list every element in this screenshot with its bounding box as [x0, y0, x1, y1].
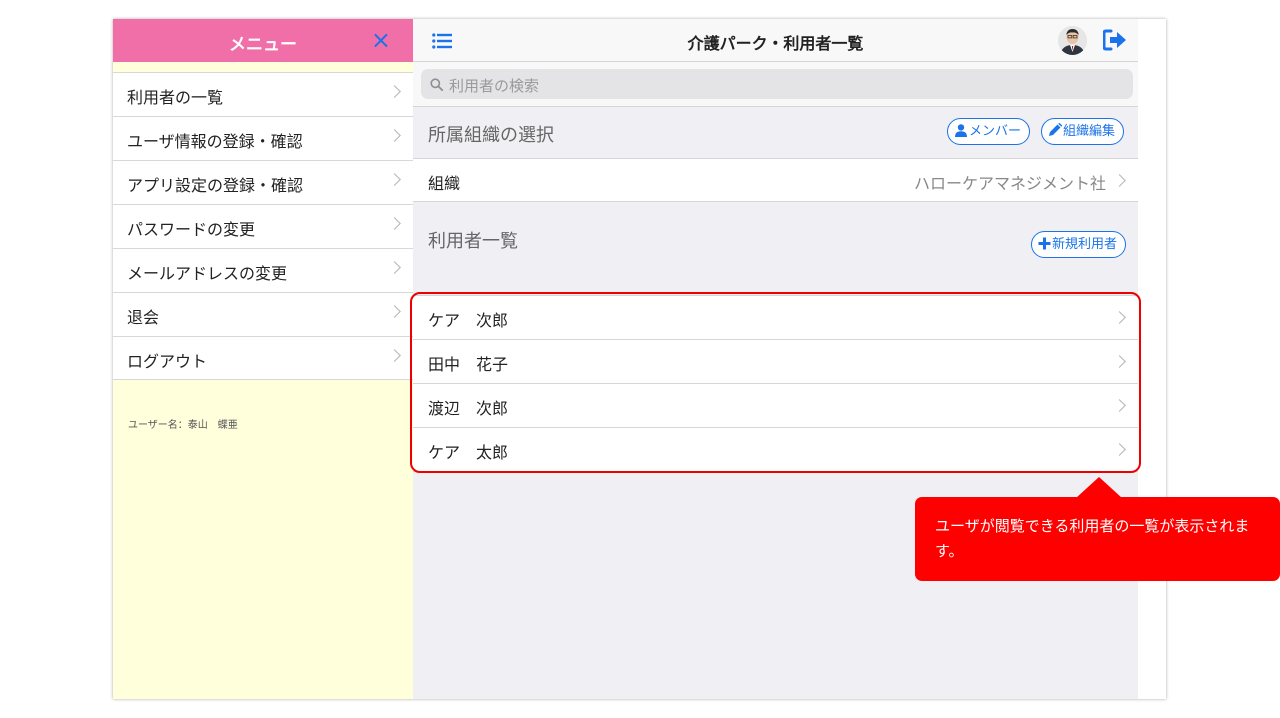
- member-button[interactable]: メンバー: [947, 118, 1031, 145]
- edit-org-button[interactable]: 組織編集: [1041, 118, 1125, 145]
- sidebar-item-email[interactable]: メールアドレスの変更: [113, 248, 413, 292]
- list-item[interactable]: 渡辺 次郎: [413, 384, 1138, 428]
- list-item[interactable]: ケア 太郎: [413, 428, 1138, 472]
- org-select-row[interactable]: 組織 ハローケアマネジメント社: [413, 158, 1138, 202]
- logout-icon[interactable]: [1103, 29, 1127, 51]
- app-window: メニュー × 利用者の一覧 ユーザ情報の登録・確認 アプリ設定の登録・確認 パス…: [113, 19, 1166, 699]
- sidebar-menu: メニュー × 利用者の一覧 ユーザ情報の登録・確認 アプリ設定の登録・確認 パス…: [113, 19, 413, 699]
- sidebar-item-label: メールアドレスの変更: [127, 264, 288, 283]
- org-value: ハローケアマネジメント社: [913, 174, 1106, 193]
- user-name: ケア 次郎: [428, 311, 509, 330]
- user-name: ケア 太郎: [428, 443, 509, 462]
- org-section-title: 所属組織の選択: [428, 125, 554, 146]
- sidebar-item-label: ユーザ情報の登録・確認: [127, 132, 303, 151]
- sidebar-item-app-settings[interactable]: アプリ設定の登録・確認: [113, 160, 413, 204]
- chevron-right-icon: [388, 261, 401, 274]
- chevron-right-icon: [1113, 443, 1126, 456]
- user-section-title: 利用者一覧: [428, 231, 518, 252]
- sidebar-item-withdraw[interactable]: 退会: [113, 292, 413, 336]
- avatar-icon: [1058, 26, 1087, 55]
- sidebar-item-label: 利用者の一覧: [127, 88, 224, 107]
- sidebar-header: メニュー ×: [113, 19, 413, 62]
- avatar[interactable]: [1058, 26, 1087, 55]
- annotation-text: ユーザが閲覧できる利用者の一覧が表示されます。: [935, 517, 1250, 560]
- sidebar-item-label: ログアウト: [127, 352, 208, 371]
- annotation-callout: ユーザが閲覧できる利用者の一覧が表示されます。: [915, 497, 1280, 581]
- list-item[interactable]: ケア 次郎: [413, 296, 1138, 340]
- sidebar-item-logout[interactable]: ログアウト: [113, 336, 413, 380]
- sidebar-item-label: 退会: [127, 308, 160, 327]
- chevron-right-icon: [1113, 355, 1126, 368]
- chevron-right-icon: [388, 349, 401, 362]
- top-bar: 介護パーク・利用者一覧: [413, 19, 1138, 62]
- org-label: 組織: [428, 174, 461, 193]
- chevron-right-icon: [388, 217, 401, 230]
- close-icon[interactable]: ×: [371, 26, 391, 54]
- chevron-right-icon: [1113, 399, 1126, 412]
- sidebar-item-password[interactable]: パスワードの変更: [113, 204, 413, 248]
- user-list: ケア 次郎 田中 花子 渡辺 次郎 ケア 太郎: [413, 295, 1138, 472]
- search-icon: [430, 78, 443, 91]
- username-label: ユーザー名：泰山 蝶亜: [128, 420, 238, 431]
- pencil-icon: [1049, 122, 1063, 136]
- edit-org-button-label: 組織編集: [1063, 124, 1116, 139]
- plus-icon: [1038, 237, 1051, 250]
- new-user-button[interactable]: 新規利用者: [1031, 231, 1127, 258]
- chevron-right-icon: [388, 129, 401, 142]
- sidebar-item-label: アプリ設定の登録・確認: [127, 176, 304, 195]
- new-user-button-label: 新規利用者: [1052, 237, 1118, 252]
- user-icon: [955, 124, 967, 137]
- sidebar-title: メニュー: [229, 35, 297, 55]
- chevron-right-icon: [388, 173, 401, 186]
- sidebar-item-label: パスワードの変更: [127, 220, 256, 239]
- search-placeholder: 利用者の検索: [449, 77, 540, 95]
- sidebar-list: 利用者の一覧 ユーザ情報の登録・確認 アプリ設定の登録・確認 パスワードの変更 …: [113, 72, 413, 380]
- chevron-right-icon: [388, 85, 401, 98]
- callout-arrow: [1076, 477, 1122, 498]
- user-name: 田中 花子: [428, 355, 509, 374]
- sidebar-item-user-info[interactable]: ユーザ情報の登録・確認: [113, 116, 413, 160]
- chevron-right-icon: [1113, 174, 1126, 187]
- member-button-label: メンバー: [969, 124, 1022, 139]
- main-panel: 介護パーク・利用者一覧 利用者の検索 所属組織の選択 メンバー 組織編集 組織 …: [413, 19, 1138, 699]
- user-name: 渡辺 次郎: [428, 399, 509, 418]
- chevron-right-icon: [388, 305, 401, 318]
- search-bar: 利用者の検索: [413, 62, 1138, 107]
- chevron-right-icon: [1113, 311, 1126, 324]
- sidebar-item-user-list[interactable]: 利用者の一覧: [113, 72, 413, 116]
- list-item[interactable]: 田中 花子: [413, 340, 1138, 384]
- page-title: 介護パーク・利用者一覧: [687, 34, 864, 53]
